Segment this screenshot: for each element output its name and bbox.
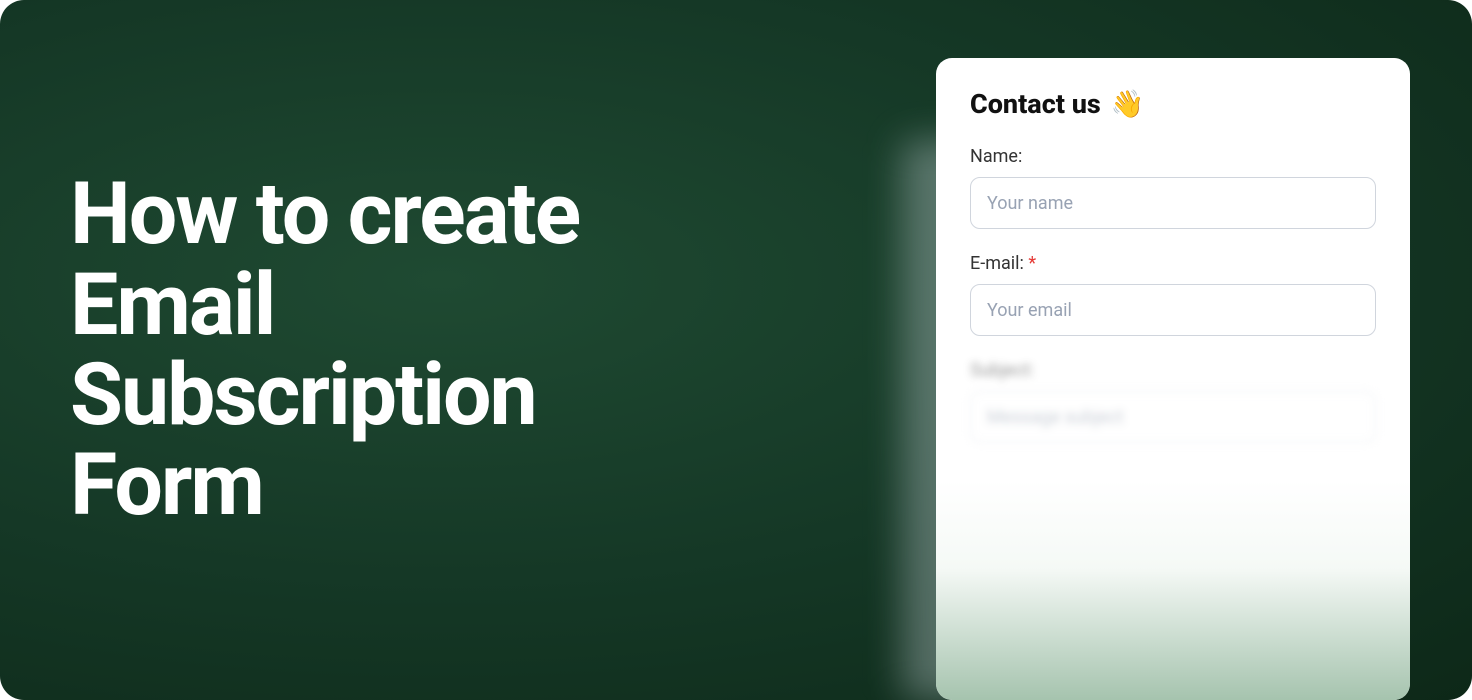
subject-field: Subject: <box>970 360 1376 443</box>
email-label: E-mail: * <box>970 253 1376 274</box>
required-indicator: * <box>1028 253 1036 274</box>
form-title: Contact us 👋 <box>970 88 1376 120</box>
hero-banner: How to create Email Subscription Form Co… <box>0 0 1472 700</box>
contact-form-card: Contact us 👋 Name: E-mail: * Subject: <box>936 58 1410 700</box>
name-input[interactable] <box>970 177 1376 229</box>
name-label: Name: <box>970 146 1376 167</box>
email-input[interactable] <box>970 284 1376 336</box>
wave-icon: 👋 <box>1111 88 1145 120</box>
subject-label: Subject: <box>970 360 1376 381</box>
email-field: E-mail: * <box>970 253 1376 336</box>
form-title-text: Contact us <box>970 88 1101 120</box>
name-field: Name: <box>970 146 1376 229</box>
headline: How to create Email Subscription Form <box>0 169 720 530</box>
subject-input[interactable] <box>970 391 1376 443</box>
